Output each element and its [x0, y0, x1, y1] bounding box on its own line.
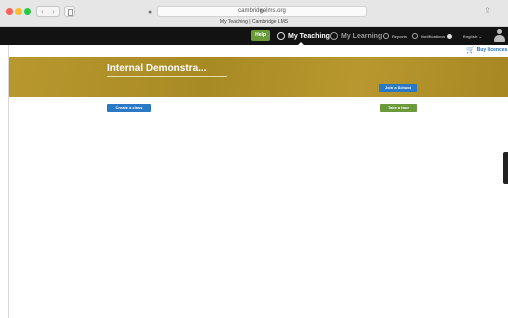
extension-icon[interactable]: ● [148, 9, 152, 16]
nav-notifications[interactable]: Notifications [412, 27, 455, 45]
active-nav-caret-icon [298, 42, 304, 45]
help-button[interactable]: Help [251, 30, 270, 41]
site-navbar: Help My Teaching My Learning Reports Not… [0, 27, 508, 45]
institution-banner: Internal Demonstra... [9, 57, 508, 97]
minimize-window-button[interactable] [15, 8, 22, 15]
nav-reports-label: Reports [392, 33, 408, 39]
close-window-button[interactable] [6, 8, 13, 15]
join-school-button[interactable]: Join a School [379, 84, 417, 92]
feedback-side-tab[interactable] [503, 152, 508, 184]
share-icon[interactable]: ⇪ [484, 6, 491, 15]
browser-toolbar: ‹ › ● cambridgelms.org ↻ ⇪ My Teaching |… [0, 0, 508, 27]
history-nav: ‹ › [36, 6, 60, 17]
language-label: English ⌄ [463, 33, 482, 39]
teaching-icon [277, 32, 285, 40]
address-bar[interactable]: cambridgelms.org ↻ [157, 6, 367, 17]
user-avatar-icon[interactable] [494, 29, 505, 43]
create-class-button[interactable]: Create a class [107, 104, 151, 112]
sidebar-toggle-icon[interactable] [64, 6, 75, 17]
buy-licences-label: Buy licences [476, 47, 508, 53]
nav-my-teaching-label: My Teaching [288, 32, 330, 40]
forward-icon[interactable]: › [52, 7, 55, 16]
institution-title: Internal Demonstra... [107, 63, 207, 74]
take-tour-button[interactable]: Take a tour [380, 104, 417, 112]
language-selector[interactable]: English ⌄ [463, 27, 482, 45]
nav-my-learning[interactable]: My Learning [330, 27, 382, 45]
cart-icon: 🛒 [466, 47, 475, 54]
notification-dot-icon [447, 33, 453, 39]
learning-icon [330, 32, 338, 40]
tab-title[interactable]: My Teaching | Cambridge LMS [0, 19, 508, 25]
maximize-window-button[interactable] [24, 8, 31, 15]
reports-icon [383, 33, 389, 39]
reload-icon[interactable]: ↻ [158, 8, 366, 15]
nav-notifications-label: Notifications [421, 33, 446, 39]
nav-my-learning-label: My Learning [341, 32, 383, 40]
buy-licences-link[interactable]: 🛒 Buy licences [466, 46, 507, 54]
back-icon[interactable]: ‹ [41, 7, 44, 16]
nav-reports[interactable]: Reports [383, 27, 407, 45]
title-underline [107, 76, 227, 77]
notifications-icon [412, 33, 418, 39]
